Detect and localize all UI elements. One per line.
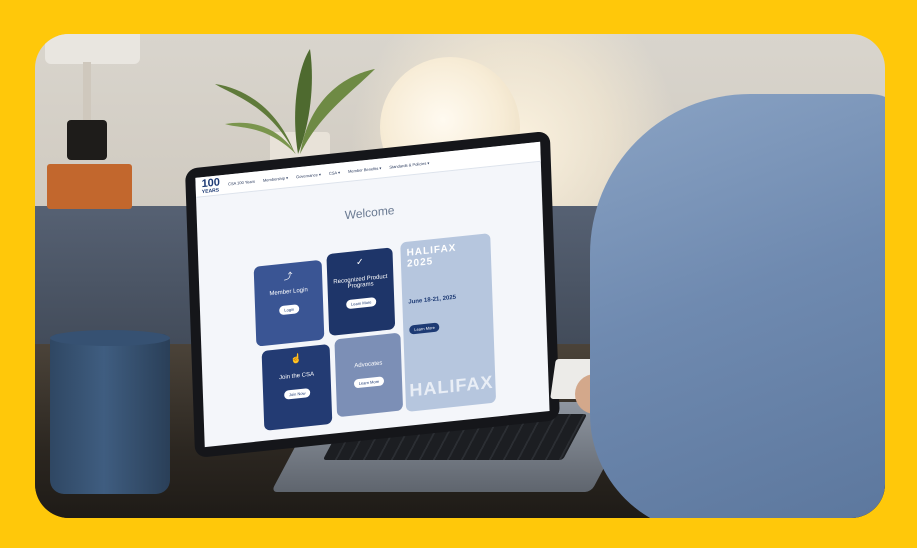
- login-icon: ⤴: [283, 270, 293, 282]
- recognized-programs-card: ✓ Recognized Product Programs Learn More: [326, 247, 396, 336]
- halifax-promo: HALIFAX 2025 June 18-21, 2025 Learn More…: [400, 233, 497, 412]
- card-title: Join the CSA: [278, 371, 315, 382]
- coffee-mug: [50, 334, 170, 494]
- advocates-card: Advocates Learn More: [334, 332, 404, 418]
- nav-item[interactable]: Membership ▾: [263, 175, 288, 183]
- learn-more-button[interactable]: Learn More: [345, 297, 377, 310]
- join-card: ☝ Join the CSA Join Now: [261, 343, 333, 431]
- promo-button[interactable]: Learn More: [409, 322, 440, 335]
- lamp-base: [67, 120, 107, 160]
- promo-heading: HALIFAX 2025: [406, 242, 457, 270]
- promo-date: June 18-21, 2025: [408, 294, 457, 306]
- nav-item[interactable]: Governance ▾: [296, 172, 321, 180]
- nav-item[interactable]: CSA 100 Years: [228, 179, 255, 187]
- login-button[interactable]: Login: [279, 304, 300, 316]
- person-shoulder: [590, 94, 885, 518]
- welcome-heading: Welcome: [344, 203, 395, 223]
- orange-box: [47, 164, 132, 209]
- nav-item[interactable]: Member Benefits ▾: [348, 165, 382, 173]
- promo-big-text: HALIFAX: [409, 371, 494, 401]
- yellow-frame: 100 YEARS CSA 100 Years Membership ▾ Gov…: [0, 0, 917, 548]
- laptop-screen-bezel: 100 YEARS CSA 100 Years Membership ▾ Gov…: [185, 130, 560, 459]
- laptop-screen: 100 YEARS CSA 100 Years Membership ▾ Gov…: [195, 141, 550, 448]
- lamp-pole: [83, 62, 91, 122]
- learn-more-button[interactable]: Learn More: [353, 376, 385, 389]
- lamp-shade: [45, 34, 140, 64]
- hand-icon: ☝: [290, 352, 302, 365]
- logo-sub: YEARS: [201, 187, 220, 196]
- nav-item[interactable]: CSA ▾: [329, 170, 340, 176]
- plant-icon: [215, 49, 375, 154]
- card-title: Member Login: [269, 287, 308, 298]
- check-icon: ✓: [355, 256, 364, 268]
- member-login-card: ⤴ Member Login Login: [253, 259, 325, 347]
- card-title: Advocates: [354, 360, 383, 370]
- card-title: Recognized Product Programs: [333, 273, 388, 291]
- join-button[interactable]: Join Now: [283, 388, 311, 400]
- nav-item[interactable]: Standards & Policies ▾: [389, 160, 429, 169]
- photo: 100 YEARS CSA 100 Years Membership ▾ Gov…: [35, 34, 885, 518]
- site-logo[interactable]: 100 YEARS: [201, 176, 220, 195]
- mug-rim: [50, 330, 170, 346]
